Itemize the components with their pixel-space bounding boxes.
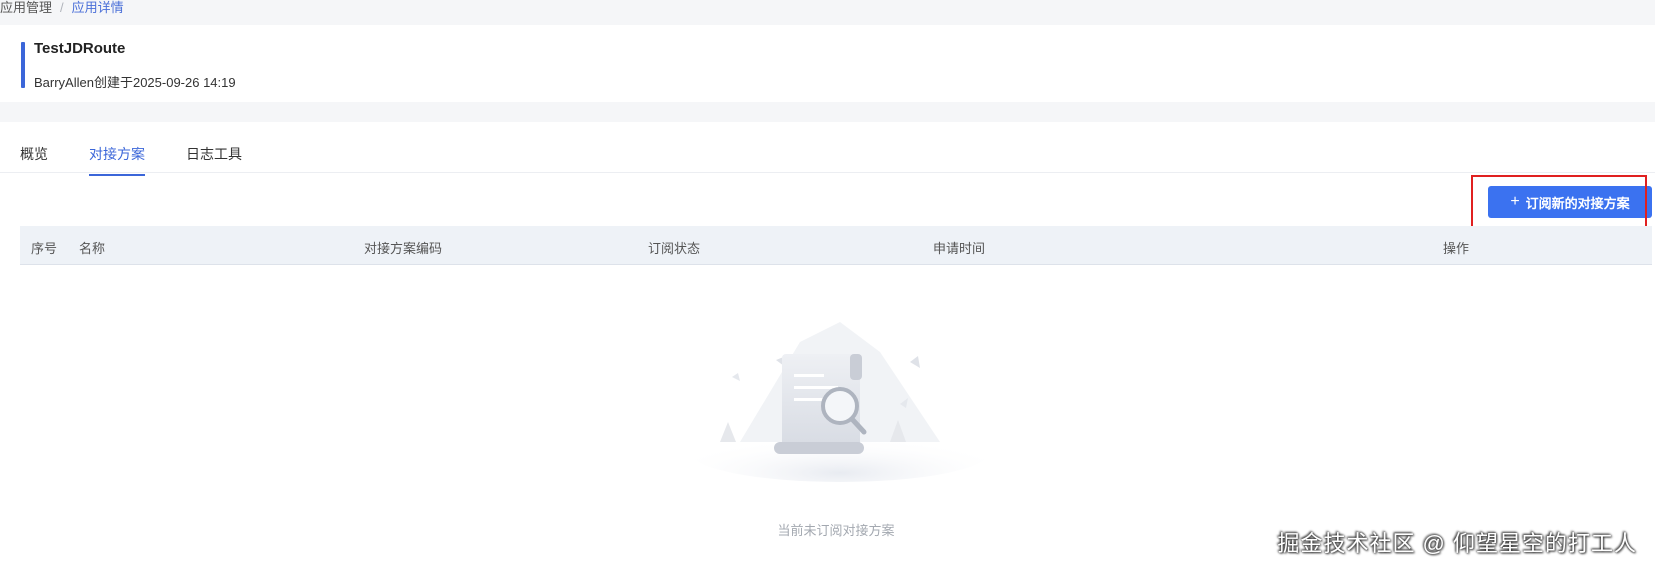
breadcrumb-item-app-management[interactable]: 应用管理 [0, 0, 52, 16]
column-header-index: 序号 [31, 241, 58, 256]
main-panel: 概览 对接方案 日志工具 + 订阅新的对接方案 序号 名称 对接方案编码 订阅状… [0, 122, 1655, 574]
app-header-accent-bar [21, 42, 25, 88]
subscribe-new-plan-label: 订阅新的对接方案 [1525, 195, 1630, 211]
column-header-actions: 操作 [1443, 241, 1470, 256]
tab-overview[interactable]: 概览 [20, 144, 48, 174]
column-header-subscription-status: 订阅状态 [648, 241, 701, 256]
app-header: TestJDRoute BarryAllen创建于2025-09-26 14:1… [0, 25, 1655, 102]
app-title: TestJDRoute [34, 40, 126, 57]
breadcrumb: 应用管理 / 应用详情 [0, 0, 1655, 25]
app-created-meta: BarryAllen创建于2025-09-26 14:19 [34, 75, 236, 90]
column-header-name: 名称 [79, 241, 106, 256]
column-header-plan-code: 对接方案编码 [364, 241, 443, 256]
tab-integration-plans[interactable]: 对接方案 [89, 144, 145, 176]
tab-log-tools[interactable]: 日志工具 [186, 144, 242, 174]
column-header-apply-time: 申请时间 [933, 241, 986, 256]
breadcrumb-item-app-detail: 应用详情 [71, 0, 124, 15]
plus-icon: + [1510, 193, 1520, 210]
table-header: 序号 名称 对接方案编码 订阅状态 申请时间 操作 [20, 226, 1652, 265]
tab-bar: 概览 对接方案 日志工具 [0, 122, 1655, 176]
subscribe-new-plan-button[interactable]: + 订阅新的对接方案 [1488, 186, 1652, 218]
empty-document-search-icon [680, 302, 1000, 487]
breadcrumb-separator: / [60, 0, 64, 15]
watermark-text: 掘金技术社区 @ 仰望星空的打工人 [1277, 531, 1637, 556]
